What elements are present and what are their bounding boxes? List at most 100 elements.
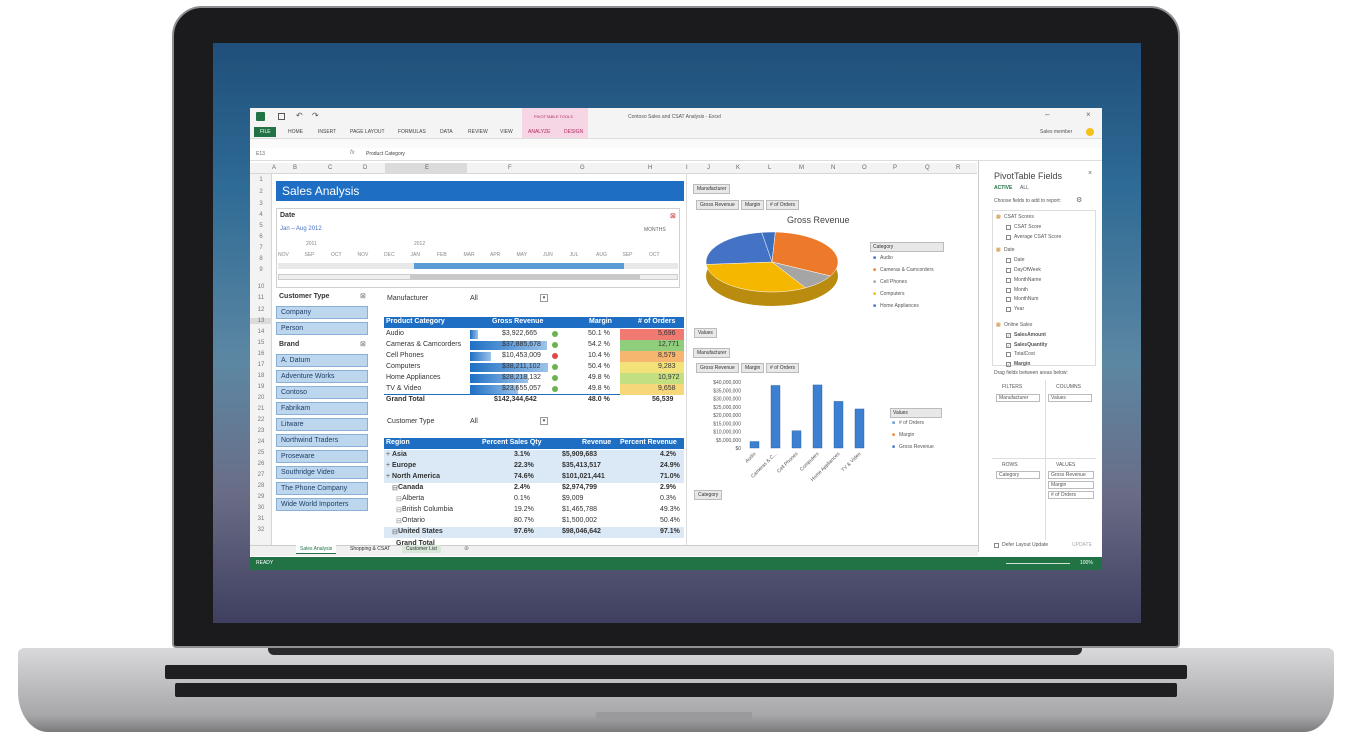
- row-number-6[interactable]: 6: [250, 234, 272, 240]
- pivot1-cell-category[interactable]: TV & Video: [386, 385, 421, 392]
- slicer-item-brand[interactable]: Northwind Traders: [276, 434, 368, 447]
- pivot2-cell-region[interactable]: Canada: [398, 484, 423, 491]
- save-icon[interactable]: [278, 113, 285, 120]
- timeline-unit[interactable]: MONTHS: [644, 227, 666, 233]
- pivot2-cell-region[interactable]: United States: [398, 528, 443, 535]
- field-checkbox[interactable]: ✓: [1006, 342, 1011, 348]
- area-value-item[interactable]: Margin: [1048, 481, 1094, 489]
- close-icon[interactable]: ×: [1086, 110, 1091, 119]
- pivot1-cell-category[interactable]: Computers: [386, 363, 420, 370]
- name-box[interactable]: E13: [256, 151, 265, 157]
- chart-button-values[interactable]: Values: [694, 328, 717, 338]
- tab-view[interactable]: VIEW: [500, 129, 513, 135]
- tab-page-layout[interactable]: PAGE LAYOUT: [350, 129, 385, 135]
- row-number-15[interactable]: 15: [250, 340, 272, 346]
- row-number-14[interactable]: 14: [250, 329, 272, 335]
- field-checkbox[interactable]: [1006, 224, 1011, 230]
- field-checkbox[interactable]: [1006, 352, 1011, 358]
- row-number-22[interactable]: 22: [250, 417, 272, 423]
- chart-button-manufacturer[interactable]: Manufacturer: [693, 348, 731, 358]
- filter-clear-icon[interactable]: ⊠: [670, 212, 676, 220]
- expand-icon[interactable]: +: [386, 473, 390, 480]
- zoom-slider[interactable]: [1006, 563, 1070, 564]
- row-number-29[interactable]: 29: [250, 494, 272, 500]
- bar[interactable]: [833, 401, 844, 449]
- pie-chart[interactable]: [700, 226, 870, 326]
- slicer-item-brand[interactable]: Southridge Video: [276, 466, 368, 479]
- row-number-17[interactable]: 17: [250, 362, 272, 368]
- slicer-item-brand[interactable]: Proseware: [276, 450, 368, 463]
- field-checkbox[interactable]: ✓: [1006, 332, 1011, 338]
- chart-button-category[interactable]: Category: [694, 490, 723, 500]
- field-item[interactable]: Year: [1014, 306, 1024, 312]
- slicer-item-brand[interactable]: The Phone Company: [276, 482, 368, 495]
- row-number-13[interactable]: 13: [250, 318, 272, 324]
- pivot2-cell-region[interactable]: Europe: [392, 462, 416, 469]
- row-number-26[interactable]: 26: [250, 461, 272, 467]
- pivot1-cell-category[interactable]: Home Appliances: [386, 374, 440, 381]
- avatar[interactable]: [1086, 128, 1094, 136]
- pivot2-cell-region[interactable]: Alberta: [402, 495, 424, 502]
- column-chart[interactable]: $40,000,000 $35,000,000 $30,000,000 $25,000…: [690, 378, 880, 488]
- slicer-item-brand[interactable]: Fabrikam: [276, 402, 368, 415]
- update-button[interactable]: UPDATE: [1072, 542, 1092, 548]
- field-checkbox[interactable]: [1006, 307, 1011, 313]
- slicer-item-company[interactable]: Company: [276, 306, 368, 319]
- slicer-item-brand[interactable]: Contoso: [276, 386, 368, 399]
- pivot1-cell-category[interactable]: Cell Phones: [386, 352, 424, 359]
- filter-dropdown-icon[interactable]: ▾: [540, 294, 548, 302]
- minimize-icon[interactable]: –: [1045, 110, 1049, 119]
- timeline-month[interactable]: DEC: [384, 252, 395, 258]
- slicer-item-brand[interactable]: Litware: [276, 418, 368, 431]
- column-header-i[interactable]: I: [686, 165, 688, 171]
- timeline-scroll-thumb[interactable]: [410, 275, 640, 279]
- row-number-24[interactable]: 24: [250, 439, 272, 445]
- field-table-name[interactable]: Online Sales: [1004, 322, 1032, 328]
- bar-legend-item[interactable]: Gross Revenue: [899, 444, 934, 450]
- pivot2-cell-region[interactable]: Ontario: [402, 517, 425, 524]
- timeline-month[interactable]: JUN: [543, 252, 553, 258]
- pivot2-header-region[interactable]: Region: [386, 439, 410, 446]
- column-header-p[interactable]: P: [893, 165, 897, 171]
- sheet-tab-customer-list[interactable]: Customer List: [402, 545, 441, 553]
- filter-dropdown-icon[interactable]: ▾: [540, 417, 548, 425]
- pie-legend-item[interactable]: Cameras & Camcorders: [880, 267, 934, 273]
- bar[interactable]: [791, 430, 802, 449]
- column-header-m[interactable]: M: [799, 165, 804, 171]
- pivot2-cell-region[interactable]: Asia: [392, 451, 407, 458]
- row-number-2[interactable]: 2: [250, 189, 272, 195]
- defer-checkbox[interactable]: [994, 543, 999, 548]
- column-header-c[interactable]: C: [328, 165, 332, 171]
- row-number-11[interactable]: 11: [250, 295, 272, 301]
- timeline-month[interactable]: JAN: [411, 252, 420, 258]
- column-header-j[interactable]: J: [707, 165, 710, 171]
- area-value-item[interactable]: # of Orders: [1048, 491, 1094, 499]
- row-number-30[interactable]: 30: [250, 505, 272, 511]
- field-checkbox[interactable]: [1006, 287, 1011, 293]
- pie-legend-title[interactable]: Category: [870, 242, 944, 252]
- field-checkbox[interactable]: [1006, 277, 1011, 283]
- row-number-4[interactable]: 4: [250, 212, 272, 218]
- timeline-month[interactable]: OCT: [331, 252, 342, 258]
- formula-input[interactable]: Product Category: [366, 151, 405, 157]
- timeline-month[interactable]: SEP: [623, 252, 633, 258]
- bar[interactable]: [854, 408, 865, 449]
- field-item[interactable]: MonthNum: [1014, 296, 1038, 302]
- slicer-item-brand[interactable]: Adventure Works: [276, 370, 368, 383]
- row-number-10[interactable]: 10: [250, 284, 272, 290]
- timeline-month[interactable]: MAR: [464, 252, 475, 258]
- timeline-month[interactable]: NOV: [278, 252, 289, 258]
- tab-insert[interactable]: INSERT: [318, 129, 336, 135]
- column-header-d[interactable]: D: [363, 165, 367, 171]
- field-table-name[interactable]: CSAT Scores: [1004, 214, 1034, 220]
- zoom-level[interactable]: 100%: [1080, 560, 1093, 566]
- slicer-item-person[interactable]: Person: [276, 322, 368, 335]
- row-number-9[interactable]: 9: [250, 267, 272, 273]
- pie-legend-item[interactable]: Computers: [880, 291, 904, 297]
- pane-close-icon[interactable]: ×: [1088, 170, 1092, 177]
- pie-slice[interactable]: [705, 232, 773, 265]
- row-number-12[interactable]: 12: [250, 307, 272, 313]
- column-header-l[interactable]: L: [768, 165, 771, 171]
- slicer-clear-icon[interactable]: ⊠: [360, 340, 366, 348]
- expand-icon[interactable]: ⊟: [396, 495, 402, 503]
